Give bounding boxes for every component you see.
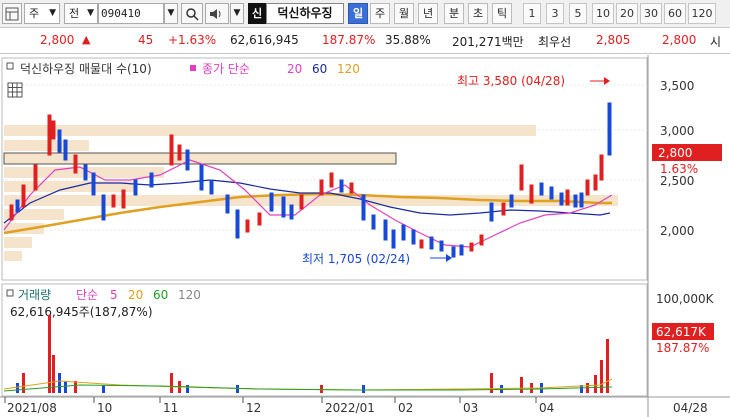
- volume-ma-label: 단순: [76, 288, 98, 302]
- chevron-down-icon: ▼: [49, 8, 56, 18]
- ma120-legend: 120: [337, 62, 360, 76]
- current-price-axis-label: 2,800: [658, 146, 692, 160]
- tab-period-tick[interactable]: 틱: [492, 3, 512, 24]
- vol-ma20-legend: 20: [128, 288, 143, 302]
- interval-1-button[interactable]: 1: [523, 3, 541, 24]
- price-axis-label: 3,000: [660, 124, 694, 138]
- chevron-down-icon: ▼: [87, 8, 94, 18]
- ma60-legend: 60: [312, 62, 327, 76]
- type-select[interactable]: 전 ▼: [64, 3, 98, 24]
- price-axis-label: 2,500: [660, 174, 694, 188]
- time-axis-label: 2021/08: [7, 401, 57, 415]
- volume-legend-title: 거래량: [18, 288, 51, 302]
- volume-axis-label: 100,000K: [656, 292, 715, 306]
- vol-ma60-legend: 60: [153, 288, 168, 302]
- ask-price: 2,805: [596, 33, 631, 47]
- credit-badge: 신: [248, 3, 266, 24]
- chevron-down-icon[interactable]: ▼: [230, 3, 244, 24]
- quote-bar: 2,800 ▲ 45 +1.63% 62,616,945 187.87% 35.…: [0, 28, 730, 54]
- speaker-icon[interactable]: [205, 3, 229, 24]
- market-select[interactable]: 주 ▼: [24, 3, 60, 24]
- type-select-label: 전: [69, 7, 80, 20]
- tab-period-minute[interactable]: 분: [444, 3, 464, 24]
- time-axis-label: 11: [163, 401, 178, 415]
- trade-amount: 201,271백만: [452, 35, 524, 49]
- interval-30-button[interactable]: 30: [640, 3, 662, 24]
- interval-5-button[interactable]: 5: [569, 3, 587, 24]
- toolbar: 주 ▼ 전 ▼ 090410 ▼ ▼ 신 덕신하우징 일 주 월 년 분 초 틱…: [0, 0, 730, 28]
- ma-legend-marker: [190, 65, 196, 71]
- best-offer-label: 최우선: [538, 35, 572, 49]
- tab-period-year[interactable]: 년: [418, 3, 438, 24]
- current-volume-pct-label: 187.87%: [656, 341, 709, 355]
- market-select-label: 주: [29, 7, 40, 20]
- tab-period-day[interactable]: 일: [348, 3, 368, 24]
- interval-3-button[interactable]: 3: [546, 3, 564, 24]
- interval-20-button[interactable]: 20: [616, 3, 638, 24]
- stock-name: 덕신하우징: [266, 3, 344, 24]
- low-price-label: 최저 1,705 (02/24): [302, 252, 410, 266]
- tab-period-second[interactable]: 초: [468, 3, 488, 24]
- ma20-legend: 20: [287, 62, 302, 76]
- tab-period-month[interactable]: 월: [394, 3, 414, 24]
- current-pct-axis-label: 1.63%: [660, 162, 698, 176]
- time-axis-label: 04: [539, 401, 554, 415]
- grid-icon[interactable]: [7, 82, 23, 98]
- search-icon[interactable]: [181, 3, 203, 24]
- up-arrow-icon: ▲: [82, 33, 91, 46]
- interval-120-button[interactable]: 120: [688, 3, 716, 24]
- ma-label: 종가 단순: [202, 62, 250, 76]
- vol-ma120-legend: 120: [178, 288, 201, 302]
- chevron-down-icon[interactable]: ▼: [164, 3, 178, 24]
- bid-price: 2,800: [662, 33, 697, 47]
- window-menu-icon[interactable]: [2, 3, 22, 24]
- chart-svg: 덕신하우징 매물대 수(10) 종가 단순 20 60 120 최고 3,580…: [0, 55, 730, 417]
- interval-60-button[interactable]: 60: [664, 3, 686, 24]
- time-axis-label: 02: [398, 401, 413, 415]
- price-legend-title: 덕신하우징 매물대 수(10): [20, 62, 152, 76]
- current-volume-axis-label: 62,617K: [656, 325, 707, 339]
- price-change: 45: [138, 33, 154, 47]
- time-axis-label: 10: [97, 401, 112, 415]
- price-axis-label: 3,500: [660, 79, 694, 93]
- vol-ma5-legend: 5: [110, 288, 118, 302]
- time-axis-current-date: 04/28: [673, 401, 708, 415]
- volume-current-text: 62,616,945주(187,87%): [10, 305, 153, 319]
- chart-area: 덕신하우징 매물대 수(10) 종가 단순 20 60 120 최고 3,580…: [0, 55, 730, 417]
- price-change-pct: +1.63%: [168, 33, 217, 47]
- time-axis-label: 03: [463, 401, 478, 415]
- current-price: 2,800: [40, 33, 75, 47]
- tab-period-week[interactable]: 주: [370, 3, 390, 24]
- time-axis-label: 2022/01: [325, 401, 375, 415]
- stock-code-input[interactable]: 090410: [98, 3, 164, 24]
- high-price-label: 최고 3,580 (04/28): [457, 74, 565, 88]
- turnover-ratio: 35.88%: [385, 33, 431, 47]
- volume: 62,616,945: [230, 33, 299, 47]
- unit-label: 시: [710, 35, 722, 49]
- price-axis-label: 2,000: [660, 224, 694, 238]
- interval-10-button[interactable]: 10: [592, 3, 614, 24]
- time-axis-label: 12: [246, 401, 261, 415]
- volume-panel: [1, 283, 648, 397]
- volume-ratio: 187.87%: [322, 33, 376, 47]
